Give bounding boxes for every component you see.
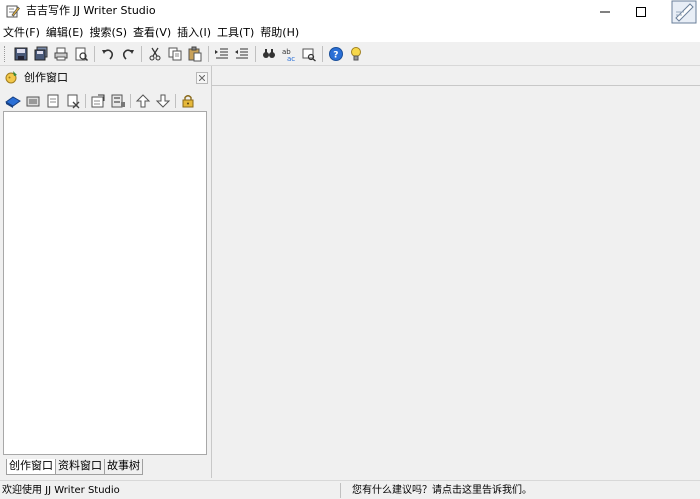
document-icon — [47, 94, 59, 108]
panel-tab-strip: 创作窗口 资料窗口 故事树 — [6, 459, 143, 475]
menu-file[interactable]: 文件(F) — [0, 24, 43, 42]
export-icon — [111, 94, 125, 108]
maximize-icon — [636, 7, 646, 17]
chapter-icon — [26, 96, 40, 107]
tab-creation-window[interactable]: 创作窗口 — [6, 459, 56, 475]
move-down-button[interactable] — [154, 92, 172, 110]
book-icon — [5, 96, 21, 108]
arrow-down-icon — [155, 94, 171, 108]
panel-toolbar — [4, 91, 208, 111]
minimize-button[interactable] — [590, 0, 620, 24]
toolbar-grip[interactable] — [4, 46, 8, 62]
menu-edit[interactable]: 编辑(E) — [43, 24, 87, 42]
status-divider — [340, 483, 341, 498]
save-all-button[interactable] — [32, 45, 50, 63]
help-button[interactable]: ? — [327, 45, 345, 63]
toolbar-separator — [255, 46, 256, 62]
find-next-icon — [302, 48, 316, 62]
panel-close-button[interactable] — [196, 72, 208, 84]
print-icon — [54, 47, 68, 61]
find-icon — [263, 49, 275, 58]
new-book-button[interactable] — [4, 92, 22, 110]
panel-header: 创作窗口 — [0, 68, 211, 86]
window-title: 吉吉写作 JJ Writer Studio — [26, 4, 156, 17]
status-welcome-text: 欢迎使用 JJ Writer Studio — [2, 485, 120, 496]
properties-button[interactable] — [89, 92, 107, 110]
indent-icon — [215, 48, 228, 59]
minimize-icon — [600, 11, 610, 13]
help-icon: ? — [329, 47, 343, 61]
lock-button[interactable] — [179, 92, 197, 110]
print-button[interactable] — [52, 45, 70, 63]
svg-text:ac: ac — [287, 55, 295, 62]
paste-icon — [188, 46, 202, 62]
delete-item-button[interactable] — [64, 92, 82, 110]
menu-insert[interactable]: 插入(I) — [174, 24, 214, 42]
paste-button[interactable] — [186, 45, 204, 63]
cut-icon — [149, 47, 161, 61]
cut-button[interactable] — [146, 45, 164, 63]
lightbulb-icon — [351, 47, 361, 61]
lock-icon — [182, 95, 194, 108]
menu-search[interactable]: 搜索(S) — [86, 24, 130, 42]
replace-button[interactable]: ab ac — [280, 45, 298, 63]
delete-document-icon — [67, 94, 80, 109]
story-tree-view[interactable] — [3, 111, 207, 455]
corner-logo-icon — [670, 0, 700, 24]
panel-toolbar-separator — [175, 94, 176, 108]
redo-button[interactable] — [119, 45, 137, 63]
save-all-icon — [34, 46, 48, 61]
tip-button[interactable] — [347, 45, 365, 63]
undo-button[interactable] — [99, 45, 117, 63]
undo-icon — [102, 49, 114, 60]
find-button[interactable] — [260, 45, 278, 63]
maximize-button[interactable] — [626, 0, 656, 24]
properties-icon — [91, 94, 105, 108]
menu-view[interactable]: 查看(V) — [130, 24, 174, 42]
toolbar-separator — [208, 46, 209, 62]
panel-toolbar-separator — [85, 94, 86, 108]
toolbar-separator — [141, 46, 142, 62]
toolbar-separator — [322, 46, 323, 62]
panel-title: 创作窗口 — [24, 71, 68, 84]
menu-help[interactable]: 帮助(H) — [257, 24, 302, 42]
copy-button[interactable] — [166, 45, 184, 63]
editor-header-divider — [212, 85, 700, 86]
tab-material-window[interactable]: 资料窗口 — [55, 459, 105, 475]
save-button[interactable] — [12, 45, 30, 63]
close-icon — [199, 75, 205, 81]
main-toolbar: ab ac ? — [0, 43, 700, 66]
print-preview-button[interactable] — [72, 45, 90, 63]
title-bar[interactable]: 吉吉写作 JJ Writer Studio — [0, 0, 700, 24]
editor-area[interactable] — [212, 66, 700, 478]
print-preview-icon — [75, 47, 89, 62]
menu-tools[interactable]: 工具(T) — [214, 24, 257, 42]
copy-icon — [168, 47, 182, 61]
new-section-button[interactable] — [44, 92, 62, 110]
export-button[interactable] — [109, 92, 127, 110]
outdent-button[interactable] — [233, 45, 251, 63]
redo-icon — [122, 49, 134, 60]
creation-panel: 创作窗口 创作窗口 资料窗口 故事树 — [0, 66, 212, 478]
move-up-button[interactable] — [134, 92, 152, 110]
replace-icon: abac — [282, 48, 295, 62]
status-feedback-link[interactable]: 您有什么建议吗？请点击这里告诉我们。 — [352, 484, 532, 497]
tab-story-tree[interactable]: 故事树 — [104, 459, 143, 475]
svg-text:?: ? — [333, 51, 338, 61]
new-chapter-button[interactable] — [24, 92, 42, 110]
indent-button[interactable] — [213, 45, 231, 63]
status-bar: 欢迎使用 JJ Writer Studio 您有什么建议吗？请点击这里告诉我们。 — [0, 480, 700, 499]
creation-window-icon — [5, 70, 19, 84]
find-next-button[interactable] — [300, 45, 318, 63]
menu-bar: 文件(F) 编辑(E) 搜索(S) 查看(V) 插入(I) 工具(T) 帮助(H… — [0, 24, 700, 42]
panel-toolbar-separator — [130, 94, 131, 108]
arrow-up-icon — [135, 94, 151, 108]
save-icon — [14, 47, 28, 61]
outdent-icon — [235, 48, 248, 59]
toolbar-separator — [94, 46, 95, 62]
app-pen-icon — [6, 4, 20, 18]
